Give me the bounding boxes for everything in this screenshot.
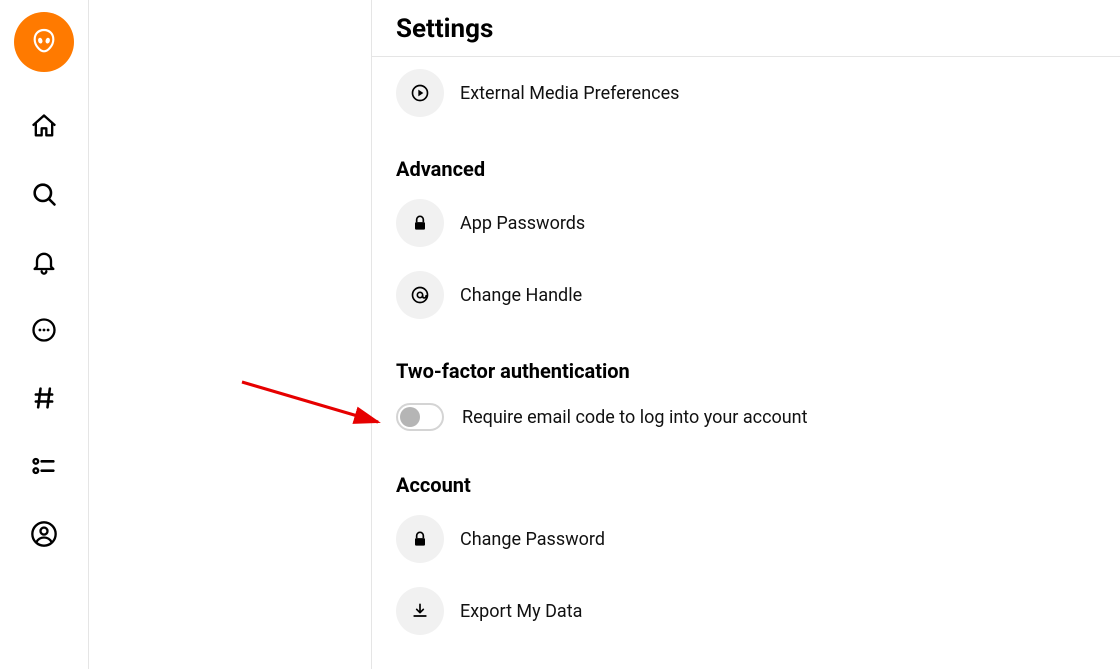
- avatar[interactable]: [14, 12, 74, 72]
- list-icon: [30, 452, 58, 480]
- lock-icon: [410, 529, 430, 549]
- download-icon: [410, 601, 430, 621]
- row-email-code-toggle: Require email code to log into your acco…: [396, 389, 1096, 445]
- page-title: Settings: [396, 14, 1096, 44]
- row-external-media-label: External Media Preferences: [460, 83, 679, 104]
- chat-icon: [30, 316, 58, 344]
- settings-header: Settings: [372, 0, 1120, 57]
- section-account-title: Account: [396, 473, 1096, 497]
- nav-lists[interactable]: [30, 452, 58, 480]
- alien-icon: [28, 26, 60, 58]
- row-app-passwords-label: App Passwords: [460, 213, 585, 234]
- nav-search[interactable]: [30, 180, 58, 208]
- bell-icon: [30, 248, 58, 276]
- at-icon-box: [396, 271, 444, 319]
- row-change-password[interactable]: Change Password: [396, 503, 1096, 575]
- row-change-handle[interactable]: Change Handle: [396, 259, 1096, 331]
- row-change-password-label: Change Password: [460, 529, 605, 550]
- row-external-media[interactable]: External Media Preferences: [396, 57, 1096, 129]
- at-icon: [410, 285, 430, 305]
- download-icon-box: [396, 587, 444, 635]
- nav-home[interactable]: [30, 112, 58, 140]
- row-change-handle-label: Change Handle: [460, 285, 582, 306]
- nav-notifications[interactable]: [30, 248, 58, 276]
- settings-content: External Media Preferences Advanced App …: [372, 57, 1120, 669]
- row-app-passwords[interactable]: App Passwords: [396, 187, 1096, 259]
- search-icon: [30, 180, 58, 208]
- play-circle-icon: [410, 83, 430, 103]
- nav-profile[interactable]: [30, 520, 58, 548]
- nav-feeds[interactable]: [30, 384, 58, 412]
- lock-icon-box-2: [396, 515, 444, 563]
- app-root: Settings External Media Preferences Adva…: [0, 0, 1120, 669]
- play-icon-box: [396, 69, 444, 117]
- profile-icon: [30, 520, 58, 548]
- email-code-toggle-label: Require email code to log into your acco…: [462, 407, 808, 428]
- row-export-data[interactable]: Export My Data: [396, 575, 1096, 647]
- lock-icon-box: [396, 199, 444, 247]
- spacer-column: [89, 0, 372, 669]
- nav-rail: [0, 0, 89, 669]
- toggle-knob: [400, 407, 420, 427]
- section-twofactor-title: Two-factor authentication: [396, 359, 1096, 383]
- hash-icon: [30, 384, 58, 412]
- section-advanced-title: Advanced: [396, 157, 1096, 181]
- home-icon: [30, 112, 58, 140]
- lock-icon: [410, 213, 430, 233]
- nav-chat[interactable]: [30, 316, 58, 344]
- settings-panel: Settings External Media Preferences Adva…: [372, 0, 1120, 669]
- email-code-toggle[interactable]: [396, 403, 444, 431]
- row-export-data-label: Export My Data: [460, 601, 582, 622]
